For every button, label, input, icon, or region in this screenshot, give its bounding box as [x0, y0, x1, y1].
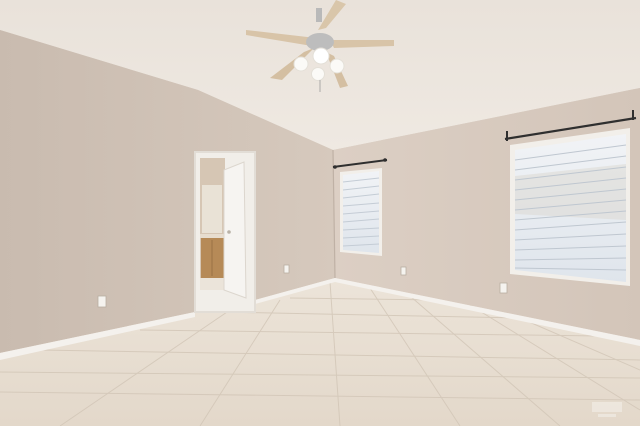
fan-light-2 — [312, 47, 330, 65]
doorway — [194, 151, 256, 313]
bathroom-floor — [200, 278, 225, 290]
window-small — [332, 158, 388, 256]
outlet-right-2 — [499, 282, 508, 294]
fan-light-1 — [293, 56, 309, 72]
door-knob — [227, 230, 231, 234]
bathroom-mirror — [202, 185, 222, 233]
outlet-door — [283, 264, 290, 274]
open-door — [223, 161, 247, 299]
fan-light-3 — [329, 58, 345, 74]
room-photo — [0, 0, 640, 426]
fan-light-4 — [311, 67, 325, 81]
vanity-countertop — [200, 234, 225, 238]
outlet-right-1 — [400, 266, 407, 276]
outlet-left — [97, 295, 107, 308]
